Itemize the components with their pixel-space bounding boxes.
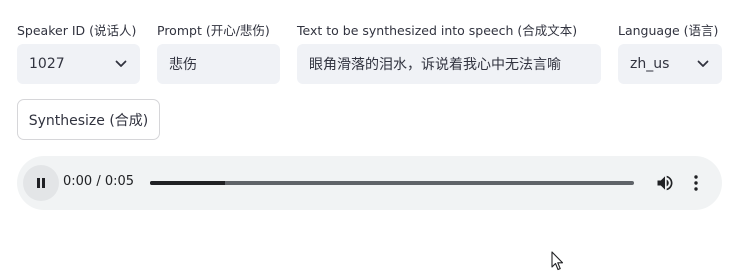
pause-icon (35, 174, 47, 193)
text-input[interactable]: 眼角滑落的泪水，诉说着我心中无法言喻 (297, 44, 601, 84)
prompt-value: 悲伤 (169, 57, 197, 73)
synthesize-button[interactable]: Synthesize (合成) (17, 99, 160, 140)
prompt-input[interactable]: 悲伤 (157, 44, 280, 84)
tts-form: Speaker ID (说话人) Prompt (开心/悲伤) Text to … (0, 0, 730, 276)
prompt-label: Prompt (开心/悲伤) (157, 23, 270, 38)
audio-player: 0:00 / 0:05 (17, 156, 722, 210)
language-label: Language (语言) (618, 23, 719, 38)
speaker-id-select[interactable]: 1027 (17, 44, 140, 84)
more-vert-icon[interactable] (689, 173, 703, 193)
text-value: 眼角滑落的泪水，诉说着我心中无法言喻 (309, 57, 561, 73)
text-label: Text to be synthesized into speech (合成文本… (297, 23, 578, 38)
volume-icon[interactable] (655, 173, 675, 193)
language-select[interactable]: zh_us (618, 44, 722, 84)
time-display: 0:00 / 0:05 (63, 174, 135, 189)
language-value: zh_us (630, 56, 670, 72)
synthesize-button-label: Synthesize (合成) (28, 112, 149, 129)
pause-button[interactable] (23, 165, 59, 201)
speaker-id-label: Speaker ID (说话人) (17, 23, 137, 38)
progress-slider[interactable] (150, 181, 634, 185)
mouse-cursor-icon (551, 251, 565, 272)
chevron-down-icon (114, 57, 128, 71)
speaker-id-value: 1027 (29, 56, 65, 72)
chevron-down-icon (696, 57, 710, 71)
progress-fill (150, 181, 226, 185)
